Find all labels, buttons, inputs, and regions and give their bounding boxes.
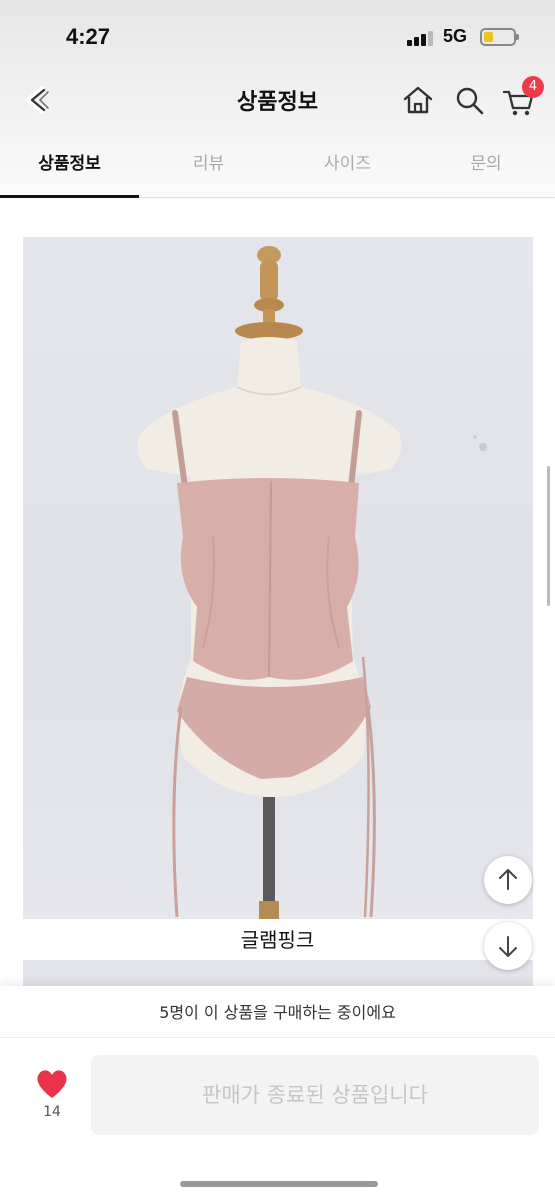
search-button[interactable] bbox=[452, 80, 488, 120]
arrow-down-icon bbox=[499, 936, 517, 957]
home-icon bbox=[403, 86, 433, 114]
status-bar: 4:27 5G bbox=[0, 0, 555, 70]
app-header: 상품정보 bbox=[0, 70, 555, 130]
scrollbar[interactable] bbox=[547, 466, 550, 606]
sold-out-button[interactable]: 판매가 종료된 상품입니다 bbox=[91, 1055, 539, 1135]
signal-icon bbox=[407, 30, 435, 46]
like-count: 14 bbox=[43, 1104, 61, 1120]
tab-reviews[interactable]: 리뷰 bbox=[139, 140, 278, 198]
scroll-up-button[interactable] bbox=[484, 856, 532, 904]
scroll-down-button[interactable] bbox=[484, 922, 532, 970]
product-image bbox=[23, 237, 533, 919]
product-photo bbox=[137, 246, 487, 919]
purchase-status-banner: 5명이 이 상품을 구매하는 중이에요 bbox=[0, 986, 555, 1038]
status-time: 4:27 bbox=[66, 24, 111, 49]
tab-product-info[interactable]: 상품정보 bbox=[0, 140, 139, 198]
home-indicator bbox=[180, 1181, 378, 1187]
home-button[interactable] bbox=[400, 80, 436, 120]
heart-icon bbox=[37, 1070, 67, 1098]
arrow-up-icon bbox=[499, 869, 517, 890]
search-icon bbox=[456, 87, 484, 115]
like-button[interactable]: 14 bbox=[26, 1066, 78, 1126]
tab-size[interactable]: 사이즈 bbox=[278, 140, 417, 198]
purchase-bar: 5명이 이 상품을 구매하는 중이에요 14 판매가 종료된 상품입니다 bbox=[0, 986, 555, 1200]
cart-count-badge: 4 bbox=[522, 76, 544, 98]
product-caption: 글램핑크 bbox=[240, 928, 315, 952]
battery-icon bbox=[480, 28, 519, 46]
tab-bar: 상품정보 리뷰 사이즈 문의 bbox=[0, 140, 555, 198]
network-label: 5G bbox=[443, 26, 468, 46]
tab-inquiry[interactable]: 문의 bbox=[417, 140, 555, 198]
